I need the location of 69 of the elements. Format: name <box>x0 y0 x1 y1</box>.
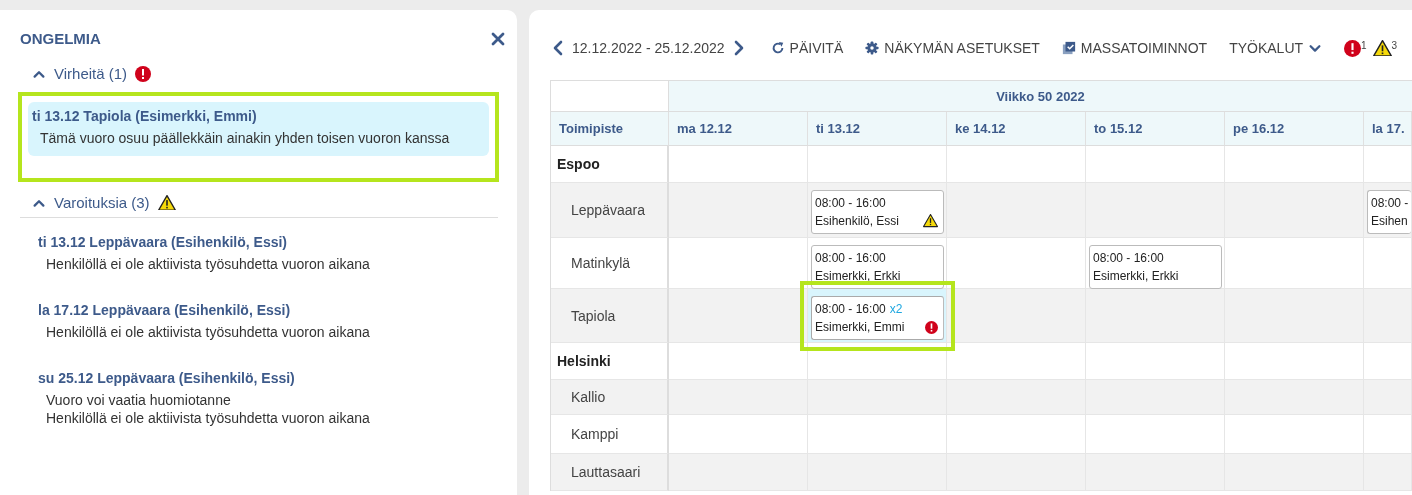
location-name: Leppävaara <box>551 183 669 238</box>
shift-person: Esimerkki, Erkki <box>1093 268 1179 285</box>
problem-message: Henkilöllä ei ole aktiivista työsuhdetta vuoron aikana <box>45 256 371 272</box>
column-header: ma 12.12 <box>669 112 808 146</box>
problem-item[interactable]: ti 13.12 Tapiola (Esimerkki, Emmi) Tämä vuoro osuu päällekkäin ainakin yhden toisen vuoron kanssa <box>18 92 499 182</box>
date-range: 12.12.2022 - 25.12.2022 <box>572 40 725 56</box>
section-label: Varoituksia (3) <box>54 194 150 211</box>
section-header[interactable]: Virheitä (1) <box>20 59 498 88</box>
shift-card[interactable]: 08:00 - 16:00 Esihenkilö, Essi <box>811 190 944 234</box>
view-settings-button[interactable]: NÄKYMÄN ASETUKSET <box>865 40 1040 56</box>
error-icon <box>1344 39 1362 57</box>
shift-time: 08:00 - 16:00 <box>1093 250 1164 267</box>
location-name: Matinkylä <box>551 238 669 289</box>
problem-link[interactable]: su 25.12 Leppävaara (Esihenkilö, Essi) <box>36 370 295 386</box>
problem-link[interactable]: ti 13.12 Tapiola (Esimerkki, Emmi) <box>30 108 257 124</box>
problem-message: Tämä vuoro osuu päällekkäin ainakin yhden toisen vuoron kanssa <box>39 130 451 146</box>
warning-count: 3 <box>1391 39 1398 51</box>
problem-message: Vuoro voi vaatia huomiotanne <box>45 392 232 408</box>
location-name: Lauttasaari <box>551 454 669 491</box>
location-name: Tapiola <box>551 289 669 343</box>
shift-person: Esihen <box>1371 213 1408 230</box>
location-name: Kamppi <box>551 415 669 454</box>
problem-link[interactable]: ti 13.12 Leppävaara (Esihenkilö, Essi) <box>36 234 287 250</box>
shift-time: 08:00 - <box>1371 195 1409 212</box>
location-name: Kallio <box>551 380 669 415</box>
column-header: pe 16.12 <box>1225 112 1364 146</box>
refresh-icon <box>770 41 785 55</box>
table-cell <box>1364 454 1412 491</box>
table-cell <box>1364 380 1412 415</box>
bulk-actions-button[interactable]: MASSATOIMINNOT <box>1061 40 1208 56</box>
section-header[interactable]: Varoituksia (3) <box>20 188 498 218</box>
shift-card[interactable]: 08:00 - 16:00 Esimerkki, Erkki <box>1089 245 1222 289</box>
shift-person: Esimerkki, Erkki <box>815 268 901 285</box>
week-header: Viikko 50 2022 <box>669 80 1412 112</box>
close-icon <box>491 31 505 46</box>
shift-time: 08:00 - 16:00 <box>815 301 886 318</box>
tools-menu-button[interactable]: TYÖKALUT <box>1229 40 1323 56</box>
problem-item[interactable]: la 17.12 Leppävaara (Esihenkilö, Essi) Henkilöllä ei ole aktiivista työsuhdetta vuoron aikana <box>20 296 497 354</box>
column-header: to 15.12 <box>1086 112 1225 146</box>
problem-message: Henkilöllä ei ole aktiivista työsuhdetta vuoron aikana <box>45 410 371 426</box>
column-header: ti 13.12 <box>808 112 947 146</box>
table-cell <box>1364 343 1412 380</box>
shift-time: 08:00 - 16:00 <box>815 195 886 212</box>
problem-link[interactable]: la 17.12 Leppävaara (Esihenkilö, Essi) <box>36 302 291 318</box>
shift-card[interactable]: 08:00 - 16:00 Esimerkki, Erkki <box>811 245 944 289</box>
column-header: la 17. <box>1364 112 1412 146</box>
error-count: 1 <box>1361 39 1367 51</box>
column-header: Toimipiste <box>551 112 669 146</box>
problem-item[interactable]: ti 13.12 Leppävaara (Esihenkilö, Essi) Henkilöllä ei ole aktiivista työsuhdetta vuoron aikana <box>20 228 497 286</box>
shift-card[interactable]: 08:00 - 16:00 x2 Esimerkki, Emmi <box>811 296 944 340</box>
refresh-button[interactable]: PÄIVITÄ <box>770 40 844 56</box>
warning-icon <box>1372 39 1392 57</box>
shift-time: 08:00 - 16:00 <box>815 250 886 267</box>
shift-count: x2 <box>889 301 903 318</box>
problem-message: Henkilöllä ei ole aktiivista työsuhdetta vuoron aikana <box>45 324 371 340</box>
region-name: Espoo <box>551 146 669 183</box>
close-button[interactable] <box>491 31 505 46</box>
column-header: ke 14.12 <box>947 112 1086 146</box>
panel-title: ONGELMIA <box>20 30 101 47</box>
table-cell <box>1364 415 1412 454</box>
section-label: Virheitä (1) <box>54 65 128 82</box>
region-name: Helsinki <box>551 343 669 380</box>
checkbox-icon <box>1061 41 1076 55</box>
table-cell <box>1364 289 1412 343</box>
shift-person: Esimerkki, Emmi <box>815 319 905 336</box>
shift-card[interactable]: 08:00 - Esihen <box>1367 190 1411 234</box>
problem-item[interactable]: su 25.12 Leppävaara (Esihenkilö, Essi) Vuoro voi vaatia huomiotanne Henkilöllä ei ole aktiivista työsuhdetta vuoron aikana <box>20 364 497 440</box>
gear-icon <box>865 41 880 55</box>
shift-person: Esihenkilö, Essi <box>815 213 900 230</box>
